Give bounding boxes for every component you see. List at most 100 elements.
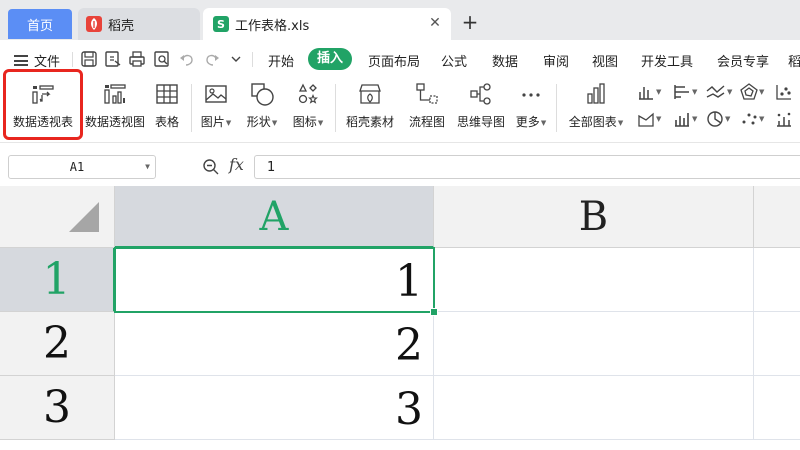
- shape-label: 形状: [246, 115, 271, 129]
- row-header-3[interactable]: 3: [0, 376, 115, 440]
- column-header-b[interactable]: B: [434, 186, 754, 248]
- cell-c2[interactable]: [754, 312, 800, 376]
- formula-input[interactable]: 1: [254, 155, 800, 179]
- dot-chart-small-button[interactable]: ▼: [740, 109, 774, 129]
- shape-button[interactable]: 形状▼: [242, 80, 282, 130]
- menu-bar: 文件 开始 插入 页面布局 公式 数据 审阅 视图 开发工具 会员专享 稻: [0, 40, 800, 78]
- tab-home[interactable]: 首页: [8, 9, 72, 39]
- cell-c1[interactable]: [754, 248, 800, 312]
- pivot-table-highlight: [3, 69, 83, 140]
- pivot-chart-button[interactable]: 数据透视图: [85, 80, 145, 130]
- row-header-2[interactable]: 2: [0, 312, 115, 376]
- more-label: 更多: [515, 115, 540, 129]
- icon-button[interactable]: 图标▼: [288, 80, 328, 130]
- menu-formulas[interactable]: 公式: [441, 51, 467, 70]
- daoke-material-label: 稻壳素材: [345, 115, 394, 129]
- cell-b1[interactable]: [434, 248, 754, 312]
- name-box-dropdown-icon[interactable]: ▼: [145, 162, 150, 171]
- print-preview-icon[interactable]: [153, 50, 171, 68]
- row-header-1[interactable]: 1: [0, 248, 115, 312]
- picture-dropdown-icon: ▼: [225, 118, 232, 127]
- formula-bar: A1 ▼ fx 1: [0, 142, 800, 186]
- tab-daoke-label: 稻壳: [108, 18, 135, 34]
- column-chart-small-button[interactable]: ▼: [637, 82, 671, 102]
- menu-review[interactable]: 审阅: [543, 51, 569, 70]
- file-menu-button[interactable]: 文件: [14, 51, 60, 70]
- cell-c3[interactable]: [754, 376, 800, 440]
- export-pdf-icon[interactable]: [104, 50, 122, 68]
- more-dots-icon: [517, 80, 545, 108]
- menu-data[interactable]: 数据: [492, 51, 518, 70]
- line-chart-small-button[interactable]: ▼: [706, 82, 740, 102]
- cell-a3[interactable]: 3: [115, 376, 434, 440]
- divider: [556, 84, 557, 132]
- shape-dropdown-icon: ▼: [271, 118, 278, 127]
- menu-page-layout[interactable]: 页面布局: [368, 51, 420, 70]
- stock-chart-small-button[interactable]: ▼: [673, 109, 707, 129]
- combo-chart-icon: [777, 112, 791, 127]
- stock-chart-icon: [675, 113, 689, 127]
- cell-b2[interactable]: [434, 312, 754, 376]
- bar-chart-small-button[interactable]: ▼: [673, 82, 707, 102]
- add-tab-icon[interactable]: +: [460, 12, 480, 33]
- mindmap-label: 思维导图: [456, 115, 505, 129]
- cell-a2[interactable]: 2: [115, 312, 434, 376]
- all-charts-button[interactable]: 全部图表▼: [566, 80, 626, 130]
- cell-b3[interactable]: [434, 376, 754, 440]
- mindmap-button[interactable]: 思维导图: [455, 80, 507, 130]
- divider: [72, 52, 73, 67]
- radar-chart-small-button[interactable]: ▼: [740, 82, 774, 102]
- combo-chart-small-button[interactable]: [775, 109, 800, 129]
- column-header-a[interactable]: A: [115, 186, 434, 248]
- name-box-value: A1: [69, 160, 85, 174]
- tab-daoke[interactable]: 稻壳: [78, 8, 200, 40]
- column-chart-icon: [639, 87, 653, 100]
- file-menu-label: 文件: [34, 55, 61, 70]
- store-icon: [356, 80, 384, 108]
- name-box[interactable]: A1 ▼: [8, 155, 156, 179]
- scatter-chart-icon: [776, 85, 791, 100]
- all-charts-label: 全部图表: [568, 115, 617, 129]
- more-button[interactable]: 更多▼: [513, 80, 549, 130]
- menu-start[interactable]: 开始: [268, 51, 294, 70]
- pie-chart-icon: [707, 111, 723, 127]
- spreadsheet-file-icon: S: [213, 16, 229, 32]
- daoke-material-button[interactable]: 稻壳素材: [344, 80, 396, 130]
- horizontal-bar-icon: [674, 85, 689, 99]
- menu-insert[interactable]: 插入: [308, 48, 352, 70]
- pivot-chart-label: 数据透视图: [85, 115, 146, 129]
- selected-cell-outline: [114, 247, 438, 316]
- column-header-c[interactable]: [754, 186, 800, 248]
- tab-bar: 首页 稻壳 S 工作表格.xls ✕ +: [0, 0, 800, 40]
- scatter-chart-small-button[interactable]: [775, 82, 800, 102]
- tab-home-label: 首页: [26, 18, 53, 34]
- pie-chart-small-button[interactable]: ▼: [706, 109, 740, 129]
- table-icon: [153, 80, 181, 108]
- quick-access-dropdown-icon[interactable]: [230, 50, 242, 68]
- table-label: 表格: [154, 115, 179, 129]
- undo-icon[interactable]: [178, 50, 196, 68]
- area-chart-small-button[interactable]: ▼: [637, 109, 671, 129]
- flowchart-label: 流程图: [408, 115, 445, 129]
- shape-icon: [248, 80, 276, 108]
- print-icon[interactable]: [128, 50, 146, 68]
- hamburger-icon: [14, 55, 28, 66]
- select-all-corner[interactable]: [0, 186, 115, 248]
- line-chart-icon: [706, 85, 725, 98]
- flowchart-button[interactable]: 流程图: [406, 80, 448, 130]
- fx-button[interactable]: fx: [229, 155, 244, 174]
- tab-file[interactable]: S 工作表格.xls ✕: [203, 8, 451, 40]
- divider: [191, 84, 192, 132]
- table-button[interactable]: 表格: [152, 80, 182, 130]
- zoom-icon[interactable]: [202, 158, 220, 176]
- close-tab-icon[interactable]: ✕: [427, 15, 443, 31]
- menu-developer[interactable]: 开发工具: [641, 51, 693, 70]
- picture-button[interactable]: 图片▼: [198, 80, 234, 130]
- save-icon[interactable]: [80, 50, 98, 68]
- pivot-chart-icon: [101, 80, 129, 108]
- icon-label: 图标: [292, 115, 317, 129]
- menu-daoke[interactable]: 稻: [788, 51, 800, 70]
- redo-icon[interactable]: [203, 50, 221, 68]
- menu-view[interactable]: 视图: [592, 51, 618, 70]
- menu-member[interactable]: 会员专享: [717, 51, 769, 70]
